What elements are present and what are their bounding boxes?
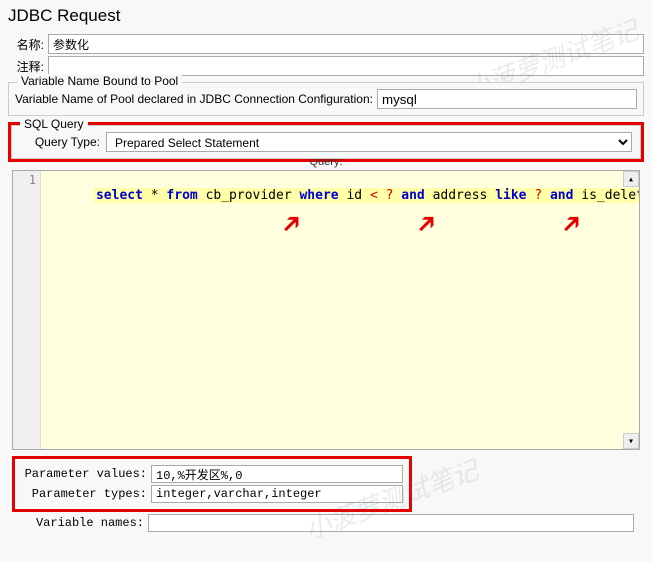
scroll-down-icon[interactable]: ▾ [623, 433, 639, 449]
param-values-label: Parameter values: [21, 467, 151, 481]
star: * [151, 188, 159, 203]
col-isdelete: is_delete [581, 188, 639, 203]
sql-query-legend: SQL Query [20, 117, 88, 131]
annotation-arrow-icon: ➔ [550, 201, 594, 245]
kw-select: select [96, 188, 143, 203]
param-types-input[interactable] [151, 485, 403, 503]
col-id: id [346, 188, 362, 203]
op-lt-q: < ? [370, 188, 393, 203]
sql-editor[interactable]: 1 select * from cb_provider where id < ?… [12, 170, 640, 450]
q2: ? [534, 188, 542, 203]
pool-legend: Variable Name Bound to Pool [17, 74, 182, 88]
highlight-parameters: Parameter values: Parameter types: [12, 456, 412, 512]
line-gutter: 1 [13, 171, 41, 449]
panel-title: JDBC Request [8, 4, 644, 32]
variable-names-input[interactable] [148, 514, 634, 532]
scroll-up-icon[interactable]: ▴ [623, 171, 639, 187]
variable-names-label: Variable names: [18, 516, 148, 530]
name-label: 名称: [8, 36, 48, 53]
name-input[interactable] [48, 34, 644, 54]
annotation-arrow-icon: ➔ [270, 201, 314, 245]
comment-label: 注释: [8, 58, 48, 75]
query-type-label: Query Type: [20, 135, 100, 149]
pool-label: Variable Name of Pool declared in JDBC C… [15, 92, 373, 106]
comment-input[interactable] [48, 56, 644, 76]
jdbc-request-panel: JDBC Request 名称: 注释: Variable Name Bound… [0, 0, 652, 538]
query-type-select[interactable]: Prepared Select Statement [106, 132, 632, 152]
pool-fieldset: Variable Name Bound to Pool Variable Nam… [8, 82, 644, 116]
annotation-arrow-icon: ➔ [405, 201, 449, 245]
param-types-label: Parameter types: [21, 487, 151, 501]
kw-where: where [299, 188, 338, 203]
code-area[interactable]: select * from cb_provider where id < ? a… [41, 171, 639, 449]
kw-and1: and [401, 188, 424, 203]
kw-like: like [495, 188, 526, 203]
line-number: 1 [17, 173, 36, 187]
col-address: address [433, 188, 488, 203]
kw-and2: and [550, 188, 573, 203]
highlight-query-type: SQL Query Query Type: Prepared Select St… [8, 122, 644, 162]
kw-from: from [166, 188, 197, 203]
param-values-input[interactable] [151, 465, 403, 483]
table-name: cb_provider [206, 188, 292, 203]
pool-name-input[interactable] [377, 89, 637, 109]
